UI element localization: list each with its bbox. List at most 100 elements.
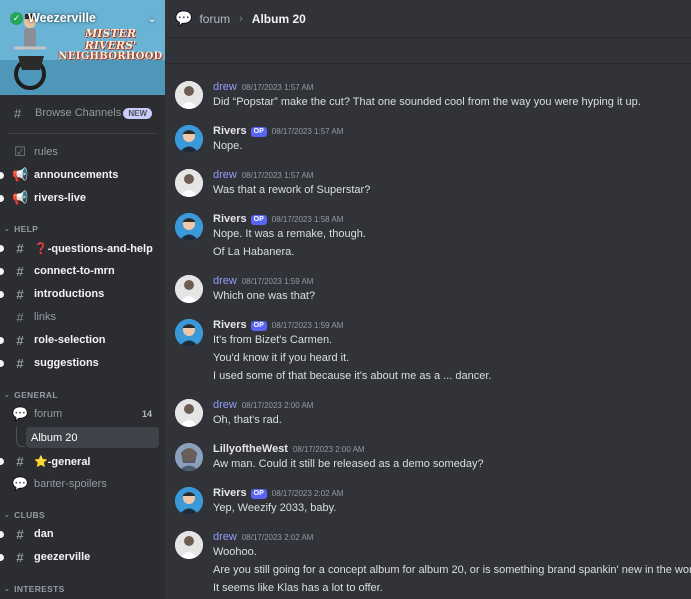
message-text: You'd know it if you heard it. — [213, 352, 350, 364]
channel-label: geezerville — [34, 551, 91, 563]
unread-indicator — [0, 337, 4, 344]
browse-channels-button[interactable]: # Browse Channels NEW — [8, 101, 158, 125]
avatar[interactable] — [175, 443, 203, 471]
avatar[interactable] — [175, 275, 203, 303]
message-header: drew 08/17/2023 1:59 AM — [213, 275, 313, 287]
author-name[interactable]: Rivers — [213, 487, 247, 499]
sidebar-divider — [8, 133, 158, 134]
category-clubs[interactable]: ⌄ CLUBS — [4, 510, 45, 520]
hash-icon: # — [16, 453, 24, 469]
thread-album-20[interactable]: Album 20 — [26, 427, 159, 448]
avatar[interactable] — [175, 125, 203, 153]
server-name: Weezerville — [28, 11, 96, 25]
message-text: Of La Habanera. — [213, 246, 295, 258]
timestamp: 08/17/2023 1:59 AM — [271, 321, 344, 330]
unread-indicator — [0, 245, 4, 252]
unread-indicator — [0, 360, 4, 367]
breadcrumb-thread: Album 20 — [251, 11, 306, 26]
new-badge: NEW — [123, 107, 152, 119]
unread-indicator — [0, 195, 4, 202]
avatar[interactable] — [175, 213, 203, 241]
author-name[interactable]: Rivers — [213, 213, 247, 225]
channel-suggestions[interactable]: # suggestions — [0, 352, 158, 374]
channel-forum[interactable]: 💬 forum 14 — [8, 403, 158, 425]
channel-connect-to-mrn[interactable]: # connect-to-mrn — [0, 260, 158, 282]
chevron-right-icon: › — [239, 12, 243, 25]
category-interests[interactable]: ⌄ INTERESTS — [4, 584, 65, 594]
author-name[interactable]: drew — [213, 531, 237, 543]
op-badge: OP — [250, 215, 267, 225]
author-name[interactable]: Rivers — [213, 125, 247, 137]
unread-indicator — [0, 554, 4, 561]
channel-dan[interactable]: # dan — [0, 523, 158, 545]
channel-rivers-live[interactable]: 📢 rivers-live — [0, 187, 158, 209]
server-banner[interactable]: ✓ Weezerville ⌄ MISTER RIVERS' NEIGHBORH… — [0, 0, 165, 95]
megaphone-icon: 📢 — [12, 190, 29, 205]
author-name[interactable]: drew — [213, 81, 237, 93]
author-name[interactable]: Rivers — [213, 319, 247, 331]
megaphone-icon: 📢 — [12, 167, 29, 182]
avatar[interactable] — [175, 531, 203, 559]
author-name[interactable]: drew — [213, 169, 237, 181]
timestamp: 08/17/2023 1:58 AM — [271, 215, 344, 224]
avatar[interactable] — [175, 319, 203, 347]
message-text: Are you still going for a concept album … — [213, 564, 691, 576]
message-header: drew 08/17/2023 2:02 AM — [213, 531, 313, 543]
message-text: It's from Bizet's Carmen. — [213, 334, 333, 346]
channel-links[interactable]: # links — [8, 306, 158, 328]
hash-icon: # — [16, 549, 24, 565]
message-text: Woohoo. — [213, 546, 257, 558]
unread-indicator — [0, 172, 4, 179]
channel-questions-and-help[interactable]: # ❓-questions-and-help — [0, 237, 158, 259]
unread-indicator — [0, 291, 4, 298]
chevron-down-icon[interactable]: ⌄ — [147, 11, 157, 25]
thread-label: Album 20 — [31, 431, 78, 444]
channel-geezerville[interactable]: # geezerville — [0, 546, 158, 568]
author-name[interactable]: drew — [213, 399, 237, 411]
timestamp: 08/17/2023 1:57 AM — [241, 171, 314, 180]
timestamp: 08/17/2023 2:02 AM — [271, 489, 344, 498]
category-help[interactable]: ⌄ HELP — [4, 224, 38, 234]
hash-icon: # — [16, 355, 24, 371]
message-header: drew 08/17/2023 2:00 AM — [213, 399, 313, 411]
category-general[interactable]: ⌄ GENERAL — [4, 390, 58, 400]
author-name[interactable]: drew — [213, 275, 237, 287]
message-header: Rivers OP 08/17/2023 2:02 AM — [213, 487, 343, 499]
channel-label: ❓-questions-and-help — [34, 242, 153, 255]
avatar[interactable] — [175, 399, 203, 427]
channel-banter-spoilers[interactable]: 💬 banter-spoilers — [8, 473, 158, 495]
avatar[interactable] — [175, 487, 203, 515]
hash-icon: # — [16, 526, 24, 542]
op-badge: OP — [250, 489, 267, 499]
avatar[interactable] — [175, 169, 203, 197]
message-text: Oh, that's rad. — [213, 414, 282, 426]
chevron-down-icon: ⌄ — [4, 512, 11, 519]
author-name[interactable]: LillyoftheWest — [213, 443, 288, 455]
channel-role-selection[interactable]: # role-selection — [0, 329, 158, 351]
timestamp: 08/17/2023 1:59 AM — [241, 277, 314, 286]
message-text: Nope. It was a remake, though. — [213, 228, 366, 240]
channel-rules[interactable]: ☑ rules — [8, 141, 158, 163]
channel-label: links — [34, 311, 57, 323]
message-text: Yep, Weezify 2033, baby. — [213, 502, 337, 514]
avatar[interactable] — [175, 81, 203, 109]
server-header[interactable]: ✓ Weezerville ⌄ — [10, 11, 157, 25]
channel-label: rivers-live — [34, 192, 86, 204]
channel-introductions[interactable]: # introductions — [0, 283, 158, 305]
message-text: Nope. — [213, 140, 243, 152]
breadcrumb-forum[interactable]: forum — [199, 12, 230, 26]
channel-label: ⭐-general — [34, 455, 91, 468]
channel-announcements[interactable]: 📢 announcements — [0, 164, 158, 186]
message-text: Aw man. Could it still be released as a … — [213, 458, 484, 470]
chevron-down-icon: ⌄ — [4, 392, 11, 399]
channel-label: forum — [34, 408, 63, 420]
message-text: It seems like Klas has a lot to offer. — [213, 582, 383, 594]
message-text: Which one was that? — [213, 290, 316, 302]
hash-icon: # — [16, 240, 24, 256]
timestamp: 08/17/2023 2:02 AM — [241, 533, 314, 542]
timestamp: 08/17/2023 1:57 AM — [271, 127, 344, 136]
channel-general[interactable]: # ⭐-general — [0, 450, 158, 472]
channel-label: role-selection — [34, 334, 106, 346]
message-header: drew 08/17/2023 1:57 AM — [213, 169, 313, 181]
hash-icon: # — [16, 332, 24, 348]
